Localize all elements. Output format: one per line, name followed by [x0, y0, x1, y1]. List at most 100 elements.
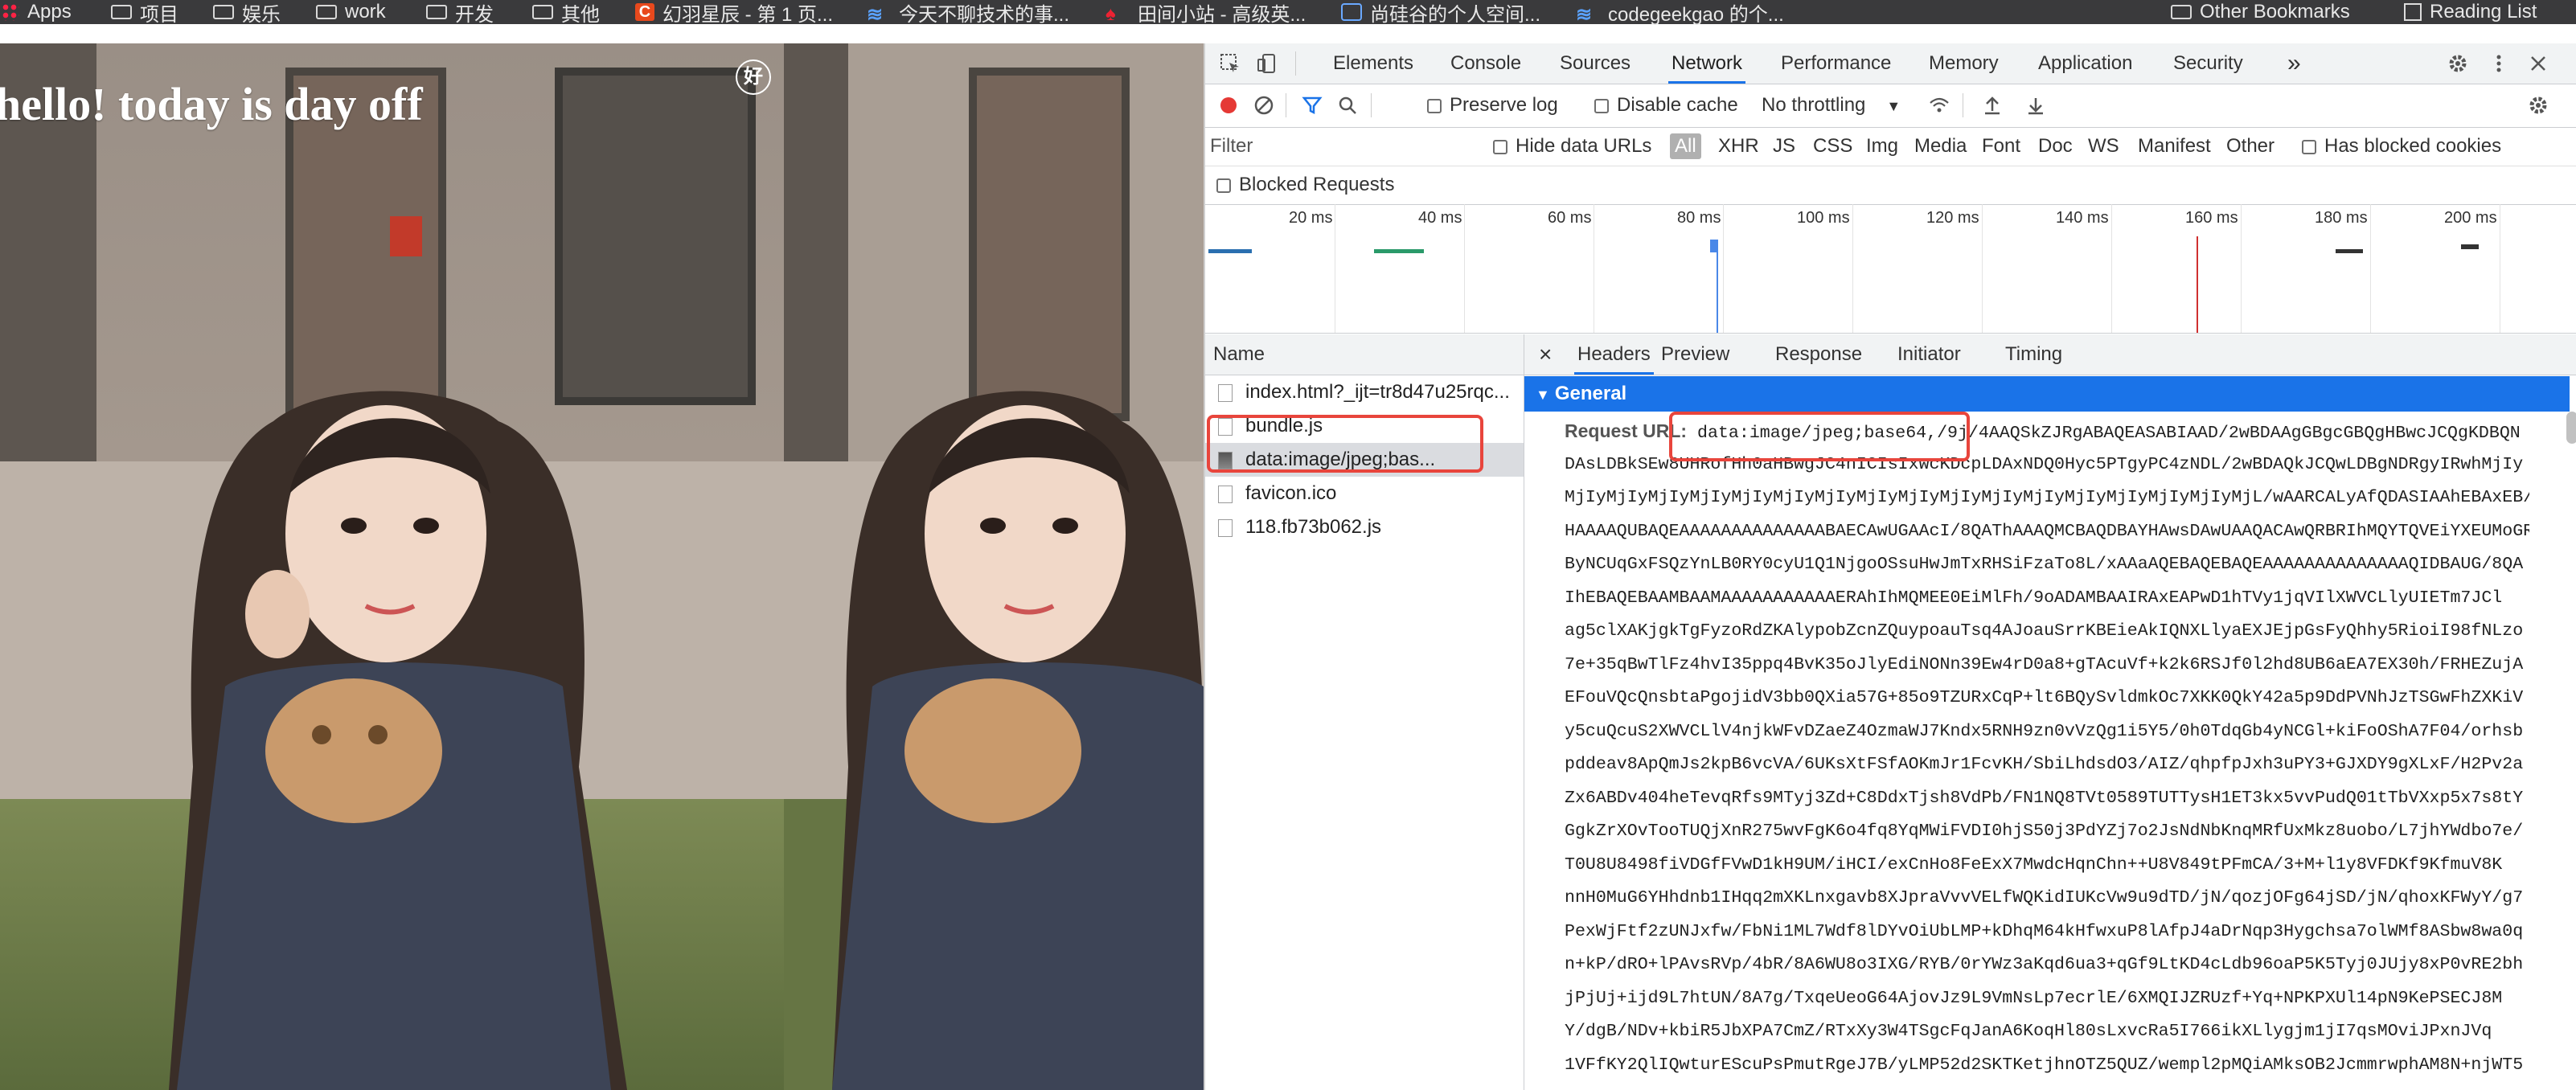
- checkbox-icon: [1427, 98, 1442, 113]
- checkbox-icon: [1493, 139, 1507, 154]
- dropdown-arrow-icon: ▼: [1886, 98, 1901, 114]
- bookmark-reading-list[interactable]: Reading List: [2404, 0, 2537, 24]
- clear-icon[interactable]: [1253, 95, 1274, 116]
- tab-headers[interactable]: Headers: [1574, 334, 1654, 375]
- tab-memory[interactable]: Memory: [1929, 43, 1999, 84]
- dom-content-loaded-line: [1717, 252, 1718, 333]
- tab-network[interactable]: Network: [1668, 43, 1746, 84]
- url-line: pddeav8ApQmJs2kpB6vcVA/6UKsXtFSfAOKmJr1F…: [1565, 755, 2524, 774]
- folder-icon: [213, 5, 234, 19]
- script-file-icon: [1218, 518, 1233, 537]
- url-line: jPjUj+ijd9L7htUN/8A7g/TxqeUeoG64AjovJz9L…: [1565, 988, 2503, 1008]
- filter-icon[interactable]: [1302, 95, 1323, 116]
- blocked-requests-checkbox[interactable]: Blocked Requests: [1216, 166, 1394, 204]
- filter-type-img[interactable]: Img: [1866, 127, 1898, 166]
- checkbox-icon: [2302, 139, 2316, 154]
- search-icon[interactable]: [1337, 95, 1358, 116]
- bookmark-label: 田间小站 - 高级英...: [1138, 3, 1306, 26]
- tab-application[interactable]: Application: [2038, 43, 2132, 84]
- chevron-logo-icon: ≋: [1576, 4, 1593, 26]
- bilibili-icon: [1341, 3, 1362, 21]
- waterfall-bar: [1374, 249, 1424, 253]
- general-section-header[interactable]: ▼ General: [1524, 376, 2570, 412]
- blocked-requests-label: Blocked Requests: [1239, 174, 1395, 195]
- import-har-icon[interactable]: [1982, 95, 2003, 116]
- scrollbar[interactable]: [2566, 412, 2576, 444]
- url-line: ag5clXAKjgkTgFyzoRdZKAlypobZcnZQuypoauTs…: [1565, 621, 2524, 641]
- request-panes: Name index.html?_ijt=tr8d47u25rqc... bun…: [1205, 334, 2576, 1090]
- highlight-box-url: [1669, 412, 1970, 461]
- kebab-menu-icon[interactable]: [2488, 53, 2509, 74]
- wifi-settings-icon[interactable]: [1929, 95, 1950, 116]
- bookmark-link-4[interactable]: 尚硅谷的个人空间...: [1341, 0, 1541, 26]
- filter-type-manifest[interactable]: Manifest: [2138, 127, 2211, 166]
- bookmark-folder-other[interactable]: 其他: [532, 0, 600, 26]
- filter-type-media[interactable]: Media: [1914, 127, 1967, 166]
- request-row[interactable]: index.html?_ijt=tr8d47u25rqc...: [1205, 375, 1524, 409]
- filter-type-font[interactable]: Font: [1982, 127, 2020, 166]
- name-column-header[interactable]: Name: [1205, 334, 1524, 375]
- bookmark-link-1[interactable]: C 幻羽星辰 - 第 1 页...: [635, 0, 834, 26]
- bookmark-folder-work[interactable]: work: [316, 0, 386, 24]
- bookmark-apps[interactable]: Apps: [2, 0, 72, 24]
- settings-gear-icon[interactable]: [2447, 53, 2468, 74]
- bookmarks-bar: Apps 项目 娱乐 work 开发 其他 C 幻羽星辰 - 第 1 页... …: [0, 0, 2576, 27]
- network-overview-timeline[interactable]: 20 ms 40 ms 60 ms 80 ms 100 ms 120 ms 14…: [1205, 204, 2576, 334]
- bookmark-label: Other Bookmarks: [2200, 1, 2350, 23]
- url-line: HAAAAQUBAQEAAAAAAAAAAAAAABAECAwUGAAcI/8Q…: [1565, 521, 2529, 541]
- filter-type-doc[interactable]: Doc: [2038, 127, 2073, 166]
- request-row[interactable]: favicon.ico: [1205, 477, 1524, 510]
- bookmark-label: 幻羽星辰 - 第 1 页...: [662, 3, 834, 26]
- bookmark-link-2[interactable]: ≋ 今天不聊技术的事...: [867, 0, 1069, 27]
- page-heading: hello! today is day off: [0, 78, 423, 130]
- bookmark-label: 尚硅谷的个人空间...: [1370, 3, 1541, 26]
- tab-initiator[interactable]: Initiator: [1897, 334, 1961, 375]
- tab-preview[interactable]: Preview: [1661, 334, 1729, 375]
- device-toolbar-icon[interactable]: [1257, 53, 1278, 74]
- bookmark-folder-dev[interactable]: 开发: [426, 0, 494, 26]
- apps-grid-icon: [2, 3, 19, 21]
- site-logo-icon: ♠: [1105, 3, 1116, 25]
- disable-cache-checkbox[interactable]: Disable cache: [1594, 84, 1738, 127]
- bookmark-folder-projects[interactable]: 项目: [111, 0, 178, 26]
- filter-type-ws[interactable]: WS: [2088, 127, 2119, 166]
- blocked-requests-row: Blocked Requests: [1205, 166, 2576, 205]
- bookmark-folder-entertainment[interactable]: 娱乐: [213, 0, 281, 26]
- network-settings-gear-icon[interactable]: [2528, 95, 2549, 116]
- filter-type-other[interactable]: Other: [2226, 127, 2275, 166]
- checkbox-icon: [1594, 98, 1609, 113]
- request-row[interactable]: 118.fb73b062.js: [1205, 510, 1524, 544]
- tab-sources[interactable]: Sources: [1560, 43, 1631, 84]
- throttling-select[interactable]: No throttling ▼: [1762, 84, 1901, 127]
- bookmark-link-5[interactable]: ≋ codegeekgao 的个...: [1576, 0, 1784, 27]
- preserve-log-checkbox[interactable]: Preserve log: [1427, 84, 1558, 127]
- close-detail-button[interactable]: ×: [1539, 334, 1552, 375]
- tab-performance[interactable]: Performance: [1781, 43, 1891, 84]
- filter-input[interactable]: [1208, 132, 1467, 161]
- filter-type-xhr[interactable]: XHR: [1718, 127, 1759, 166]
- waterfall-bar: [1710, 240, 1718, 252]
- tab-elements[interactable]: Elements: [1333, 43, 1413, 84]
- export-har-icon[interactable]: [2025, 95, 2046, 116]
- document-icon: [1218, 383, 1233, 402]
- record-icon[interactable]: [1218, 95, 1239, 116]
- tab-console[interactable]: Console: [1450, 43, 1521, 84]
- hide-data-urls-checkbox[interactable]: Hide data URLs: [1493, 127, 1651, 166]
- inspect-element-icon[interactable]: [1220, 53, 1241, 74]
- url-line: Y/dgB/NDv+kbiR5JbXPA7CmZ/RTxXy3W4TSgcFqJ…: [1565, 1022, 2492, 1041]
- filter-type-css[interactable]: CSS: [1813, 127, 1852, 166]
- filter-type-js[interactable]: JS: [1773, 127, 1795, 166]
- reading-list-icon: [2404, 3, 2422, 21]
- has-blocked-cookies-checkbox[interactable]: Has blocked cookies: [2302, 127, 2501, 166]
- bookmark-link-3[interactable]: ♠ 田间小站 - 高级英...: [1105, 0, 1306, 26]
- filter-type-all[interactable]: All: [1670, 133, 1701, 159]
- tab-timing[interactable]: Timing: [2005, 334, 2062, 375]
- request-name: 118.fb73b062.js: [1245, 516, 1382, 538]
- more-tabs-button[interactable]: »: [2287, 43, 2301, 84]
- tab-security[interactable]: Security: [2173, 43, 2243, 84]
- tab-response[interactable]: Response: [1775, 334, 1862, 375]
- bookmark-other-bookmarks[interactable]: Other Bookmarks: [2171, 0, 2350, 24]
- close-devtools-icon[interactable]: [2528, 53, 2549, 74]
- throttling-value: No throttling: [1762, 94, 1866, 116]
- timeline-tick: 160 ms: [2185, 204, 2242, 333]
